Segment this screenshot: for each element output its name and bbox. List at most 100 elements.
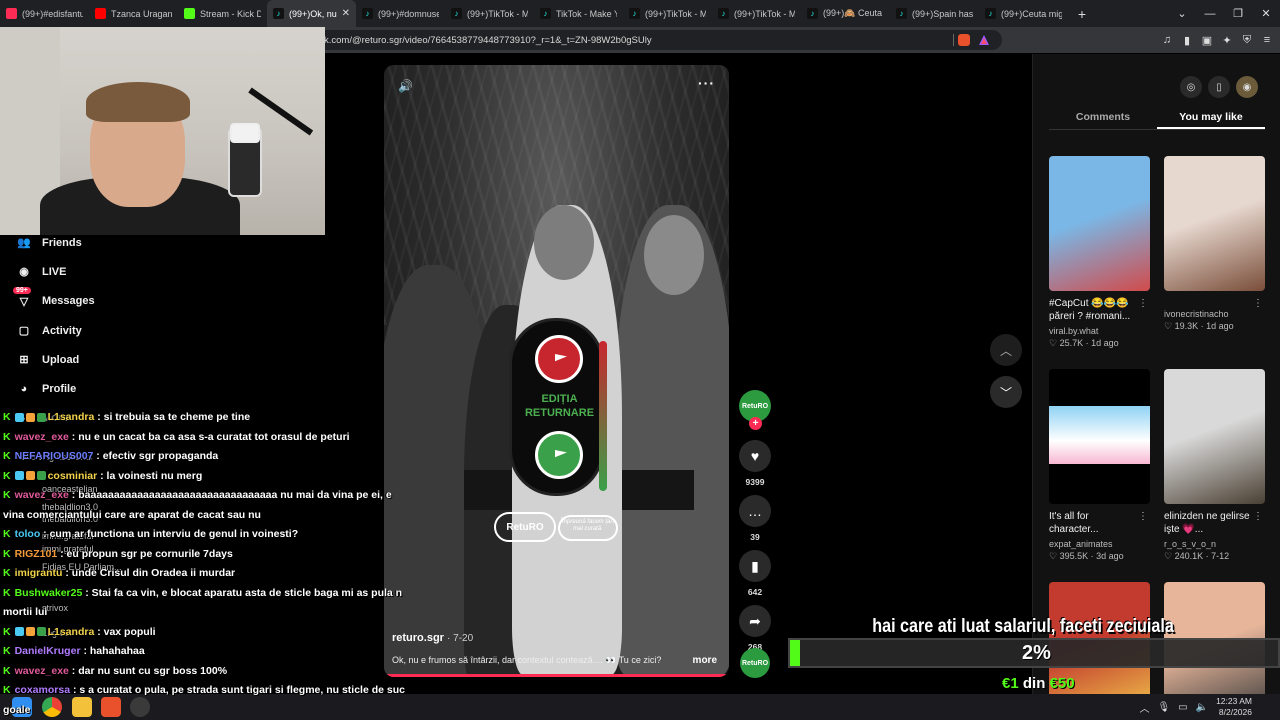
nav-item-messages[interactable]: ▽ 99+ Messages <box>0 287 200 316</box>
video-thumbnail[interactable] <box>1164 369 1265 504</box>
volume-icon[interactable]: 🔊 <box>398 79 413 93</box>
follow-plus-icon[interactable]: + <box>749 417 762 430</box>
video-thumbnail[interactable] <box>1164 156 1265 291</box>
profile-avatar-icon[interactable]: ◉ <box>1236 76 1258 98</box>
recommended-video-card[interactable]: #CapCut 😂😂😂 păreri ? #romani... ⋮ viral.by… <box>1049 156 1151 349</box>
previous-video-button[interactable]: ︿ <box>990 334 1022 366</box>
share-action[interactable]: ➦ 268 <box>738 605 772 652</box>
save-action[interactable]: ▮ 642 <box>738 550 772 597</box>
chat-text: hahahahaa <box>89 645 145 657</box>
minimize-icon[interactable]: — <box>1196 8 1224 20</box>
comment-action[interactable]: … 39 <box>738 495 772 542</box>
webcam-streamer-hair <box>86 82 190 122</box>
tray-chevron-icon[interactable]: ︿ <box>1139 700 1149 715</box>
card-options-icon[interactable]: ⋮ <box>1138 510 1148 523</box>
chat-username[interactable]: coxamorsa <box>15 684 70 696</box>
recommended-video-card[interactable]: elinizden ne gelirse işte 💗... ⋮ r_o_s_v_o… <box>1164 369 1266 562</box>
tab-comments[interactable]: Comments <box>1049 106 1157 129</box>
brave-rewards-icon[interactable] <box>978 34 990 46</box>
coins-icon[interactable]: ◎ <box>1180 76 1202 98</box>
card-options-icon[interactable]: ⋮ <box>1253 510 1263 523</box>
browser-tab[interactable]: ♪ (99+)Ok, nu ✕ <box>267 0 356 27</box>
browser-tab[interactable]: ♪ (99+)TikTok - Ma <box>623 0 712 27</box>
video-player[interactable]: EDIȚIA RETURNARE RetuRO Împreună facem ț… <box>384 65 729 677</box>
brave-shields-icon[interactable] <box>958 34 970 46</box>
maximize-icon[interactable]: ❐ <box>1224 7 1252 20</box>
nav-item-activity[interactable]: ▢ Activity <box>0 316 200 345</box>
card-author[interactable]: viral.by.what <box>1049 326 1151 336</box>
card-options-icon[interactable]: ⋮ <box>1138 297 1148 310</box>
chat-username[interactable]: wavez_exe <box>15 489 69 501</box>
menu-icon[interactable]: ≡ <box>1260 33 1274 47</box>
live-icon: ◉ <box>19 266 29 279</box>
browser-tab[interactable]: Stream - Kick Da <box>178 0 267 27</box>
chat-username[interactable]: wavez_exe <box>15 665 69 677</box>
chat-text: nu e un cacat ba ca asa s-a curatat tot … <box>78 430 350 443</box>
card-author[interactable]: expat_animates <box>1049 539 1151 549</box>
chat-username[interactable]: cosminiar <box>48 470 98 482</box>
chat-message: Ktoloo : cum ar functiona un interviu de… <box>3 525 413 545</box>
video-more-options-icon[interactable]: ··· <box>698 75 715 91</box>
kick-badge-icon: K <box>3 625 11 638</box>
tab-you-may-like[interactable]: You may like <box>1157 106 1265 129</box>
nav-item-profile[interactable]: ◕ Profile <box>0 374 200 403</box>
browser-tab[interactable]: ♪ (99+)TikTok - Ma <box>712 0 801 27</box>
close-tab-icon[interactable]: ✕ <box>342 8 350 19</box>
nav-item-live[interactable]: ◉ LIVE <box>0 257 200 286</box>
recommended-video-card[interactable]: It's all for character... ⋮ expat_animates… <box>1049 369 1151 562</box>
vpn-icon[interactable]: ⛨ <box>1240 33 1254 47</box>
chat-message: K L1sandra : si trebuia sa te cheme pe ti… <box>3 408 413 428</box>
wallet-icon[interactable]: ▣ <box>1200 33 1214 47</box>
browser-tab[interactable]: ♪ TikTok - Make Yo <box>534 0 623 27</box>
chat-username[interactable]: L1sandra <box>48 626 95 638</box>
like-action[interactable]: ♥ 9399 <box>738 440 772 487</box>
chat-username[interactable]: wavez_exe <box>15 431 69 443</box>
browser-tab[interactable]: (99+)#edisfantul <box>0 0 89 27</box>
browser-tab[interactable]: ♪ (99+)🙈 Ceuta v <box>801 0 890 27</box>
recommended-video-card[interactable]: ⋮ ivonecristinacho ♡ 19.3K · 1d ago <box>1164 156 1266 332</box>
tab-search-icon[interactable]: ⌄ <box>1168 7 1196 20</box>
volume-tray-icon[interactable]: 🔈 <box>1196 702 1208 713</box>
profile-icon: ◕ <box>20 383 28 396</box>
comment-icon[interactable]: … <box>739 495 771 527</box>
close-window-icon[interactable]: ✕ <box>1252 7 1280 20</box>
next-video-button[interactable]: ﹀ <box>990 376 1022 408</box>
extensions-icon[interactable]: ✦ <box>1220 33 1234 47</box>
heart-icon[interactable]: ♥ <box>739 440 771 472</box>
card-author[interactable]: r_o_s_v_o_n <box>1164 539 1266 549</box>
nav-item-label: Friends <box>42 236 82 249</box>
sidebar-icon[interactable]: ▮ <box>1180 33 1194 47</box>
device-icon[interactable]: ▯ <box>1208 76 1230 98</box>
card-title: ⋮ <box>1164 297 1266 311</box>
video-thumbnail[interactable] <box>1049 156 1150 291</box>
microphone-icon[interactable]: 🎙 <box>1157 702 1170 713</box>
new-tab-button[interactable]: + <box>1068 6 1096 22</box>
browser-tab[interactable]: ♪ (99+)Ceuta migr <box>979 0 1068 27</box>
music-disc[interactable]: RetuRO <box>740 648 770 678</box>
chat-username[interactable]: L1sandra <box>48 411 95 423</box>
network-icon[interactable]: ▭ <box>1178 702 1187 713</box>
bookmark-icon[interactable]: ▮ <box>739 550 771 582</box>
chat-username[interactable]: DanielKruger <box>15 645 81 657</box>
channel-avatar-action[interactable]: RetuRO + <box>738 390 772 430</box>
address-bar[interactable]: k.com/@returo.sgr/video/7664538779448773… <box>316 30 1002 50</box>
nav-item-upload[interactable]: ⊞ Upload <box>0 345 200 374</box>
video-thumbnail[interactable] <box>1049 369 1150 504</box>
clock[interactable]: 12:23 AM 8/2/2026 <box>1216 696 1252 718</box>
chat-username[interactable]: NEFARIOUS007 <box>15 450 94 462</box>
video-progress-bar[interactable] <box>384 674 729 677</box>
browser-tab[interactable]: ♪ (99+)Spain has s <box>890 0 979 27</box>
chat-username[interactable]: toloo <box>15 528 41 540</box>
media-icon[interactable]: ♫ <box>1160 33 1174 47</box>
chat-username[interactable]: RIGZ101 <box>15 548 58 560</box>
card-options-icon[interactable]: ⋮ <box>1253 297 1263 310</box>
browser-tab[interactable]: ♪ (99+)#domnuser <box>356 0 445 27</box>
chat-username[interactable]: imigrantu <box>15 567 63 579</box>
chat-username[interactable]: Bushwaker25 <box>15 587 83 599</box>
channel-avatar[interactable]: RetuRO + <box>739 390 771 430</box>
browser-tab[interactable]: Tzanca Uraganu <box>89 0 178 27</box>
share-icon[interactable]: ➦ <box>739 605 771 637</box>
caption-more-link[interactable]: more <box>693 655 717 666</box>
chat-separator: : <box>97 469 107 482</box>
browser-tab[interactable]: ♪ (99+)TikTok - Ma <box>445 0 534 27</box>
